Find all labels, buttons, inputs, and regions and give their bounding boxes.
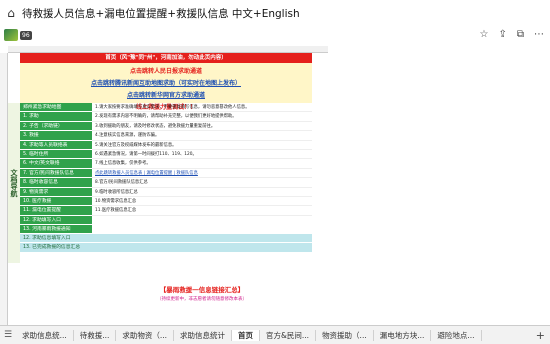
more-icon[interactable]: ⋯ [534, 29, 544, 40]
sheet-tab[interactable]: 避险地点... [431, 329, 482, 341]
banner-line-3[interactable]: 点击跳转新华网官方求助通道 [20, 90, 312, 99]
sheet-tab-active[interactable]: 首页 [232, 329, 261, 341]
nav-item[interactable]: 郑州紧急求助地图 [20, 103, 92, 113]
section-row[interactable]: 12. 求助信息填写入口 [20, 234, 312, 244]
sheet-tab[interactable]: 漏电地方块... [374, 329, 432, 341]
app-logo [4, 29, 18, 41]
nav-item[interactable]: 7. 官方/民间救援队信息 [20, 168, 92, 179]
nav-item[interactable]: 3. 救援 [20, 131, 92, 141]
banner-line-1[interactable]: 点击跳转人民日报求助通道 [20, 66, 312, 75]
note-row: 1.请大家按要求准确填写真实需求，不要重复填写信息，请勿恶意篡改他人信息。 [92, 103, 312, 113]
nav-item[interactable]: 2. 子告（求助链） [20, 121, 92, 132]
note-row: 3.收到援助的朋友，请及时修改状态，避免救援力量重复前往。 [92, 122, 312, 132]
lower-subtitle-text: （持续更新中，非志愿者请勿随意修改本表） [157, 297, 247, 302]
lower-title-text: 【暴雨救援一信息链接汇总】 [159, 286, 245, 294]
sheet-tab[interactable]: 官方&民间... [260, 329, 317, 341]
nav-item[interactable]: 1. 求助 [20, 112, 92, 122]
notification-badge: 96 [20, 30, 32, 40]
nav-item[interactable]: 12. 求助填写入口 [20, 215, 92, 226]
nav-item[interactable]: 9. 物资需求 [20, 187, 92, 197]
note-row: 4.注意核实信息来源，谨防诈骗。 [92, 131, 312, 141]
sheet-tab[interactable]: 求助信息统... [16, 329, 74, 341]
nav-item[interactable]: 8. 临时收容信息 [20, 178, 92, 188]
nav-item[interactable]: 6. 中文/英文联络 [20, 159, 92, 169]
note-row: 2.发现有需求内容不明确的，请帮助补充完整，以便我们更好地提供帮助。 [92, 112, 312, 122]
nav-item[interactable]: 5. 临时住所 [20, 149, 92, 160]
notes-column: 1.请大家按要求准确填写真实需求，不要重复填写信息，请勿恶意篡改他人信息。 2.… [92, 103, 312, 216]
note-row: 11.医疗救援信息汇总 [92, 206, 312, 216]
note-row: 9.临时收容所信息汇总 [92, 188, 312, 197]
home-icon[interactable]: ⌂ [0, 6, 22, 20]
nav-item[interactable]: 4. 求助等人员联络表 [20, 140, 92, 150]
document-title: 待救援人员信息+漏电位置提醒+救援队信息 中文+English [22, 7, 300, 20]
sheet-tab[interactable]: 求助信息统计 [174, 329, 233, 341]
nav-item[interactable]: 10. 医疗救援 [20, 196, 92, 207]
note-row: 10.物资需求信息汇总 [92, 197, 312, 207]
note-row: 5.请关注官方及权威媒体发布的最新信息。 [92, 141, 312, 150]
sheet-tab[interactable]: 求助物资（... [116, 329, 175, 341]
note-link[interactable]: 点此跳转救援人员信息表 | 漏电位置提醒 | 救援队信息 [92, 169, 312, 179]
toolbar: 96 ☆ ⇪ ⧉ ⋯ [0, 27, 550, 43]
sheet-tab[interactable]: 物资援助（... [316, 329, 374, 341]
note-row: 7.线上信息收集，仅供参考。 [92, 159, 312, 169]
sheet-tab-bar: ☰ 求助信息统... 待救援... 求助物资（... 求助信息统计 首页 官方&… [0, 325, 550, 344]
star-icon[interactable]: ☆ [480, 29, 489, 40]
share-icon[interactable]: ⇪ [498, 29, 506, 40]
note-row: 6.如遇紧急情况，请第一时间拨打110、119、120。 [92, 150, 312, 160]
section-row[interactable]: 13. 已完成救援的信息汇总 [20, 243, 312, 253]
note-row: 8.官方/民间救援队信息汇总 [92, 178, 312, 188]
title-bar: ⌂ 待救援人员信息+漏电位置提醒+救援队信息 中文+English [0, 0, 550, 26]
sheet-tab[interactable]: 待救援... [74, 329, 117, 341]
nav-item[interactable]: 11. 漏电位置提醒 [20, 206, 92, 216]
nav-items: 郑州紧急求助地图 1. 求助 2. 子告（求助链） 3. 救援 4. 求助等人员… [20, 103, 92, 235]
banner-section: 点击跳转人民日报求助通道 点击跳转腾讯新闻互助地图求助（可实时在地图上发布） 点… [20, 63, 312, 111]
nav-side-label: 文档导航 [8, 103, 20, 263]
lower-section-title: 【暴雨救援一信息链接汇总】 （持续更新中，非志愿者请勿随意修改本表） [92, 284, 312, 302]
banner-line-2[interactable]: 点击跳转腾讯新闻互助地图求助（可实时在地图上发布） [20, 78, 312, 87]
column-ruler [8, 46, 328, 53]
spreadsheet-grid[interactable]: 首页（风"豫"同"州"，河南加油，勿动此页内容） 点击跳转人民日报求助通道 点击… [0, 53, 550, 325]
row-number-gutter [0, 53, 8, 325]
section-rows: 12. 求助信息填写入口 13. 已完成救援的信息汇总 [20, 234, 312, 253]
tab-menu-icon[interactable]: ☰ [0, 330, 16, 340]
copy-icon[interactable]: ⧉ [517, 29, 524, 40]
add-sheet-icon[interactable]: + [531, 329, 550, 342]
sheet-header: 首页（风"豫"同"州"，河南加油，勿动此页内容） [20, 53, 312, 63]
